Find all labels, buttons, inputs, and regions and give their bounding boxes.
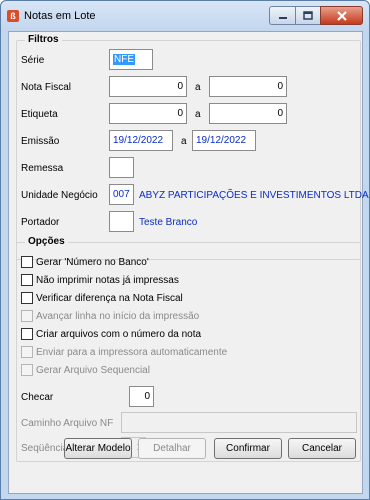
checkbox-enviar-impressora[interactable]: Enviar para a impressora automaticamente xyxy=(21,345,227,359)
serie-input[interactable]: NFE xyxy=(109,49,153,70)
etiqueta-from-input[interactable]: 0 xyxy=(109,103,187,124)
checkbox-label: Gerar Arquivo Sequencial xyxy=(36,364,150,376)
checkbox-gerar-numero-banco[interactable]: Gerar 'Número no Banco' xyxy=(21,255,149,269)
notas-em-lote-window: ß Notas em Lote Filtros Série NFE Nota F… xyxy=(0,0,370,500)
checkbox-box[interactable] xyxy=(21,256,33,268)
app-icon[interactable]: ß xyxy=(7,10,19,22)
close-button[interactable] xyxy=(320,6,363,25)
unidade-negocio-name: ABYZ PARTICIPAÇÕES E INVESTIMENTOS LTDA xyxy=(139,190,369,201)
remessa-input[interactable] xyxy=(109,157,134,178)
etiqueta-label: Etiqueta xyxy=(21,109,58,120)
window-title: Notas em Lote xyxy=(24,10,96,22)
window-controls xyxy=(269,6,363,25)
emissao-label: Emissão xyxy=(21,136,60,147)
etiqueta-to-input[interactable]: 0 xyxy=(209,103,287,124)
maximize-icon xyxy=(303,11,313,20)
checkbox-avancar-linha[interactable]: Avançar linha no início da impressão xyxy=(21,309,199,323)
serie-value: NFE xyxy=(113,54,135,65)
checkbox-box[interactable] xyxy=(21,274,33,286)
confirmar-button[interactable]: Confirmar xyxy=(214,438,282,459)
minimize-button[interactable] xyxy=(269,6,295,25)
checkbox-label: Gerar 'Número no Banco' xyxy=(36,256,149,268)
checkbox-label: Avançar linha no início da impressão xyxy=(36,310,200,322)
opcoes-title: Opções xyxy=(25,236,68,247)
checkbox-verificar-diferenca[interactable]: Verificar diferença na Nota Fiscal xyxy=(21,291,183,305)
checar-input[interactable]: 0 xyxy=(129,386,154,407)
checar-label: Checar xyxy=(21,392,54,403)
minimize-icon xyxy=(278,16,287,19)
checkbox-nao-imprimir-impressas[interactable]: Não imprimir notas já impressas xyxy=(21,273,179,287)
portador-name: Teste Branco xyxy=(139,217,198,228)
maximize-button[interactable] xyxy=(295,6,320,25)
title-bar[interactable]: ß Notas em Lote xyxy=(1,1,369,31)
dialog-body: Filtros Série NFE Nota Fiscal 0 a 0 Etiq… xyxy=(8,31,369,494)
checkbox-box[interactable] xyxy=(21,310,33,322)
etiqueta-sep: a xyxy=(195,109,201,120)
checkbox-box[interactable] xyxy=(21,328,33,340)
checkbox-label: Verificar diferença na Nota Fiscal xyxy=(36,292,183,304)
checkbox-box[interactable] xyxy=(21,346,33,358)
unidade-negocio-code-input[interactable]: 007 xyxy=(109,184,134,205)
checkbox-label: Criar arquivos com o número da nota xyxy=(36,328,202,340)
checkbox-criar-arquivos[interactable]: Criar arquivos com o número da nota xyxy=(21,327,201,341)
caminho-arquivo-input[interactable] xyxy=(121,412,357,433)
emissao-sep: a xyxy=(181,136,187,147)
checkbox-box[interactable] xyxy=(21,292,33,304)
checkbox-box[interactable] xyxy=(21,364,33,376)
nota-fiscal-from-input[interactable]: 0 xyxy=(109,76,187,97)
alterar-modelo-button[interactable]: Alterar Modelo xyxy=(64,438,132,459)
unidade-negocio-label: Unidade Negócio xyxy=(21,190,98,201)
opcoes-group: Opções Gerar 'Número no Banco' Não impri… xyxy=(16,236,361,462)
serie-label: Série xyxy=(21,55,45,66)
nota-fiscal-label: Nota Fiscal xyxy=(21,82,72,93)
nota-fiscal-sep: a xyxy=(195,82,201,93)
checkbox-gerar-arquivo-sequencial[interactable]: Gerar Arquivo Sequencial xyxy=(21,363,150,377)
filtros-group: Filtros Série NFE Nota Fiscal 0 a 0 Etiq… xyxy=(16,34,369,260)
portador-label: Portador xyxy=(21,217,60,228)
checkbox-label: Enviar para a impressora automaticamente xyxy=(36,346,228,358)
emissao-from-input[interactable]: 19/12/2022 xyxy=(109,130,173,151)
checkbox-label: Não imprimir notas já impressas xyxy=(36,274,179,286)
caminho-arquivo-label: Caminho Arquivo NF xyxy=(21,418,114,429)
detalhar-button[interactable]: Detalhar xyxy=(138,438,206,459)
nota-fiscal-to-input[interactable]: 0 xyxy=(209,76,287,97)
cancelar-button[interactable]: Cancelar xyxy=(288,438,356,459)
close-icon xyxy=(336,10,347,21)
emissao-to-input[interactable]: 19/12/2022 xyxy=(192,130,256,151)
remessa-label: Remessa xyxy=(21,163,64,174)
portador-code-input[interactable] xyxy=(109,211,134,232)
filtros-title: Filtros xyxy=(25,34,62,45)
